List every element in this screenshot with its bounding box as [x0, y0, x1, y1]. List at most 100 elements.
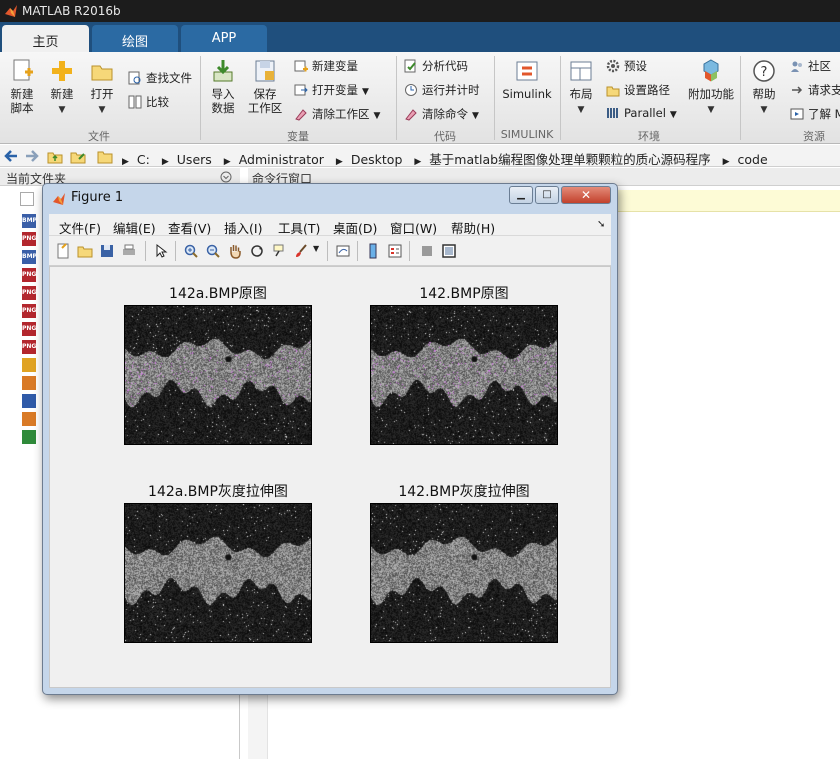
addons-icon [703, 59, 719, 82]
addons-button[interactable]: 附加功能 ▼ [688, 58, 734, 115]
breadcrumb-c-drive[interactable]: C: [137, 152, 150, 167]
ribbon-separator [740, 56, 741, 140]
chevron-down-icon: ▼ [58, 105, 66, 115]
community-button[interactable]: 社区 [790, 58, 831, 76]
close-button[interactable]: ✕ [561, 186, 611, 204]
save-workspace-icon [255, 60, 275, 82]
breadcrumb-administrator[interactable]: Administrator [239, 152, 324, 167]
zoom-out-icon[interactable] [205, 243, 221, 259]
new-figure-icon[interactable] [55, 243, 71, 259]
help-button[interactable]: ? 帮助 ▼ [748, 58, 780, 115]
file-icon-png[interactable]: PNG [22, 268, 36, 282]
zoom-in-icon[interactable] [183, 243, 199, 259]
learn-matlab-button[interactable]: 了解 M [790, 106, 840, 124]
minimize-button[interactable]: ▁ [509, 186, 533, 204]
print-icon[interactable] [121, 243, 137, 259]
set-path-button[interactable]: 设置路径 [606, 82, 670, 100]
browse-folder-icon[interactable] [70, 148, 86, 164]
file-icon-bmp[interactable]: BMP [22, 250, 37, 264]
link-plot-icon[interactable] [335, 243, 351, 259]
request-support-button[interactable]: 请求支 [790, 82, 840, 100]
file-icon-png[interactable]: PNG [22, 286, 36, 300]
forward-arrow-icon[interactable] [24, 148, 40, 164]
tab-home[interactable]: 主页 [2, 25, 89, 52]
tab-apps[interactable]: APP [181, 25, 267, 52]
import-data-button[interactable]: 导入 数据 [206, 58, 240, 115]
up-folder-icon[interactable] [47, 148, 63, 164]
menu-insert[interactable]: 插入(I) [224, 218, 262, 237]
file-icon-m[interactable] [22, 358, 36, 372]
open-variable-button[interactable]: 打开变量 ▼ [294, 82, 369, 100]
menu-file[interactable]: 文件(F) [59, 218, 101, 237]
breadcrumb-project-folder[interactable]: 基于matlab编程图像处理单颗颗粒的质心源码程序 [429, 152, 710, 167]
clear-commands-icon [405, 109, 417, 121]
file-icon-png[interactable]: PNG [22, 232, 36, 246]
analyze-code-button[interactable]: 分析代码 [404, 58, 468, 76]
breadcrumb-code[interactable]: code [738, 152, 768, 167]
axes-title-1: 142a.BMP原图 [169, 286, 267, 302]
hide-plot-tools-icon[interactable] [419, 243, 435, 259]
chevron-right-icon: ▶ [722, 157, 730, 167]
axes-title-4: 142.BMP灰度拉伸图 [398, 484, 530, 500]
new-variable-icon [294, 60, 308, 72]
breadcrumb-users[interactable]: Users [177, 152, 212, 167]
app-title: MATLAB R2016b [22, 4, 121, 18]
toolbar-separator [357, 241, 358, 261]
breadcrumb-desktop[interactable]: Desktop [351, 152, 403, 167]
chevron-right-icon: ▶ [335, 157, 343, 167]
show-plot-tools-icon[interactable] [441, 243, 457, 259]
file-icon-xls[interactable] [22, 430, 36, 444]
select-cursor-icon[interactable] [153, 243, 169, 259]
find-files-button[interactable]: 查找文件 [128, 70, 192, 88]
menu-tools[interactable]: 工具(T) [278, 218, 320, 237]
file-icon-doc[interactable] [22, 394, 36, 408]
new-variable-button[interactable]: 新建变量 [294, 58, 358, 76]
parallel-button[interactable]: Parallel ▼ [606, 106, 677, 124]
clear-commands-button[interactable]: 清除命令 ▼ [404, 106, 479, 124]
compare-button[interactable]: 比较 [128, 94, 169, 112]
file-icon-bmp[interactable]: BMP [22, 214, 37, 228]
save-icon[interactable] [99, 243, 115, 259]
colorbar-icon[interactable] [365, 243, 381, 259]
legend-icon[interactable] [387, 243, 403, 259]
layout-button[interactable]: 布局 ▼ [566, 58, 596, 115]
brush-dropdown-icon[interactable]: ▼ [313, 244, 319, 253]
chevron-down-icon: ▼ [577, 105, 585, 115]
menu-help[interactable]: 帮助(H) [451, 218, 495, 237]
brush-icon[interactable] [293, 243, 309, 259]
menu-desktop[interactable]: 桌面(D) [333, 218, 377, 237]
data-cursor-icon[interactable] [271, 243, 287, 259]
new-button[interactable]: 新建 ▼ [46, 58, 78, 115]
tab-plots[interactable]: 绘图 [92, 25, 178, 52]
file-icon-fig[interactable] [22, 412, 36, 426]
current-folder-icon [97, 151, 113, 164]
back-arrow-icon[interactable] [3, 148, 19, 164]
menu-dock-arrow-icon[interactable]: ➘ [597, 219, 605, 230]
rotate-3d-icon[interactable] [249, 243, 265, 259]
toolbar-separator [145, 241, 146, 261]
menu-window[interactable]: 窗口(W) [390, 218, 437, 237]
menu-view[interactable]: 查看(V) [168, 218, 211, 237]
maximize-button[interactable]: □ [535, 186, 559, 204]
chevron-right-icon: ▶ [122, 157, 129, 167]
figure-canvas: 142a.BMP原图 142.BMP原图 142a.BMP灰度拉伸图 142.B… [49, 266, 611, 688]
analyze-code-icon [404, 59, 416, 73]
file-icon-fig[interactable] [22, 376, 36, 390]
open-button[interactable]: 打开 ▼ [86, 58, 118, 115]
figure-window[interactable]: Figure 1 ▁ □ ✕ 文件(F) 编辑(E) 查看(V) 插入(I) 工… [42, 183, 618, 695]
open-file-icon[interactable] [77, 243, 93, 259]
pan-hand-icon[interactable] [227, 243, 243, 259]
file-icon-png[interactable]: PNG [22, 304, 36, 318]
group-label-resources: 资源 [803, 130, 825, 143]
run-and-time-button[interactable]: 运行并计时 [404, 82, 480, 100]
panel-menu-icon[interactable] [220, 171, 232, 183]
file-icon-png[interactable]: PNG [22, 340, 36, 354]
menu-edit[interactable]: 编辑(E) [113, 218, 156, 237]
simulink-button[interactable]: Simulink [502, 58, 552, 101]
new-script-button[interactable]: 新建 脚本 [6, 58, 38, 115]
group-label-simulink: SIMULINK [500, 128, 554, 141]
save-workspace-button[interactable]: 保存 工作区 [246, 58, 284, 115]
file-icon-png[interactable]: PNG [22, 322, 36, 336]
clear-workspace-button[interactable]: 清除工作区 ▼ [294, 106, 380, 124]
preferences-button[interactable]: 预设 [606, 58, 647, 76]
